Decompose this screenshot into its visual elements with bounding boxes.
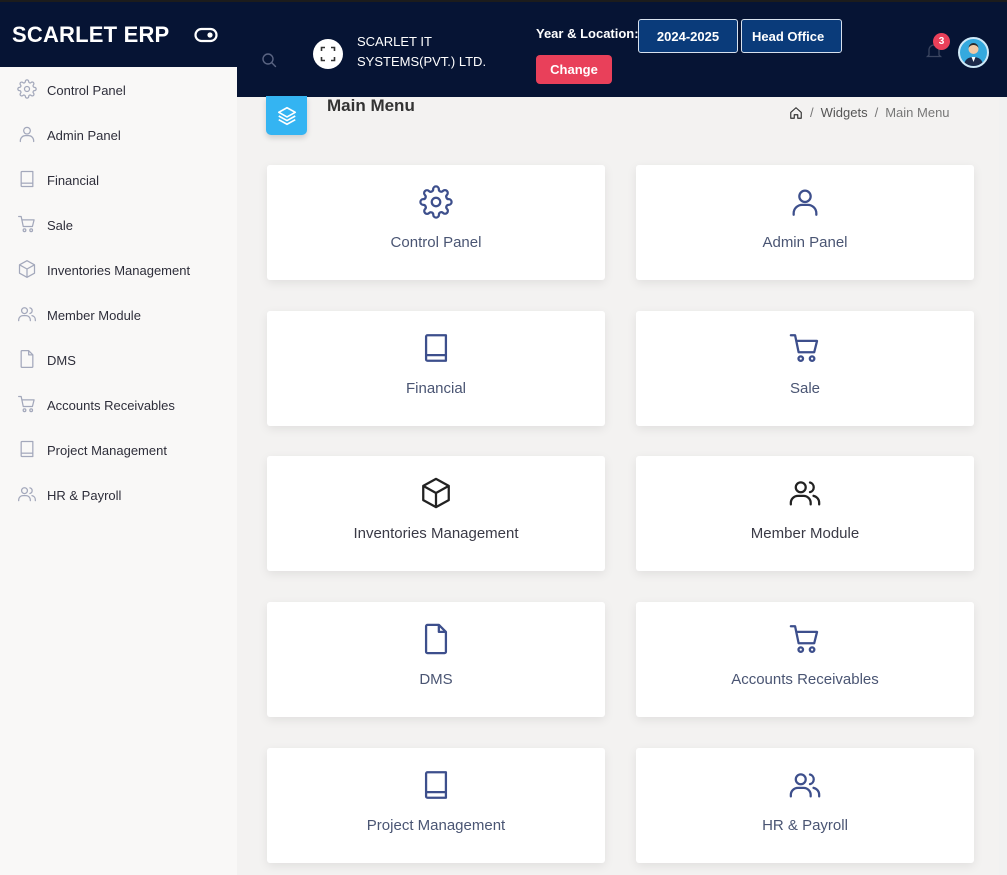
cart-icon <box>18 215 35 233</box>
fullscreen-button[interactable] <box>313 39 343 69</box>
sidebar-item-project-management[interactable]: Project Management <box>0 427 237 472</box>
card-member-module[interactable]: Member Module <box>636 456 974 571</box>
page-title: Main Menu <box>327 96 415 115</box>
card-label: HR & Payroll <box>762 817 848 834</box>
card-label: Financial <box>405 380 467 397</box>
book-icon <box>424 334 448 362</box>
cart-icon <box>18 395 35 413</box>
brand-logo[interactable]: SCARLET ERP <box>12 22 169 48</box>
card-label: Control Panel <box>390 234 482 251</box>
book-icon <box>424 771 448 799</box>
book-icon <box>20 170 34 188</box>
breadcrumb-current: Main Menu <box>885 105 950 120</box>
gear-icon <box>17 79 37 99</box>
sidebar-item-inventories-management[interactable]: Inventories Management <box>0 247 237 292</box>
sidebar: Control Panel Admin Panel Financial Sale… <box>0 67 237 875</box>
card-label: Project Management <box>366 817 506 834</box>
card-project-management[interactable]: Project Management <box>267 748 605 863</box>
card-label: Member Module <box>750 525 860 542</box>
box-icon <box>18 260 36 278</box>
box-icon <box>422 477 450 509</box>
card-dms[interactable]: DMS <box>267 602 605 717</box>
sidebar-item-label: Accounts Receivables <box>47 398 175 413</box>
breadcrumb-separator: / <box>810 105 814 120</box>
sidebar-item-financial[interactable]: Financial <box>0 157 237 202</box>
notification-badge: 3 <box>933 33 950 50</box>
users-icon <box>789 481 821 506</box>
sidebar-item-label: Project Management <box>47 443 167 458</box>
sidebar-item-label: Inventories Management <box>47 263 191 278</box>
sidebar-item-label: Member Module <box>47 308 141 323</box>
sidebar-item-label: Control Panel <box>47 83 126 98</box>
user-avatar-icon <box>964 43 983 66</box>
year-selector[interactable]: 2024-2025 <box>638 19 738 53</box>
users-icon <box>18 307 36 322</box>
card-admin-panel[interactable]: Admin Panel <box>636 165 974 280</box>
gear-icon <box>419 185 453 219</box>
card-control-panel[interactable]: Control Panel <box>267 165 605 280</box>
layers-icon <box>277 106 296 125</box>
sidebar-item-accounts-receivables[interactable]: Accounts Receivables <box>0 382 237 427</box>
location-selector[interactable]: Head Office <box>741 19 842 53</box>
sidebar-item-label: Admin Panel <box>47 128 121 143</box>
breadcrumb-widgets[interactable]: Widgets <box>821 105 868 120</box>
file-icon <box>20 350 34 368</box>
sidebar-item-label: Financial <box>47 173 100 188</box>
home-icon[interactable] <box>789 106 803 120</box>
card-label: Inventories Management <box>353 525 519 542</box>
sidebar-item-label: HR & Payroll <box>47 488 122 503</box>
card-inventories-management[interactable]: Inventories Management <box>267 456 605 571</box>
card-financial[interactable]: Financial <box>267 311 605 426</box>
card-label: Accounts Receivables <box>731 671 879 688</box>
sidebar-item-control-panel[interactable]: Control Panel <box>0 67 237 112</box>
user-icon <box>19 126 35 143</box>
card-accounts-receivables[interactable]: Accounts Receivables <box>636 602 974 717</box>
card-label: Admin Panel <box>762 234 848 251</box>
avatar[interactable] <box>958 37 989 68</box>
change-button[interactable]: Change <box>536 55 612 84</box>
breadcrumb-separator: / <box>874 105 879 120</box>
brand-area: SCARLET ERP <box>0 2 237 69</box>
sidebar-toggle-icon[interactable] <box>194 26 218 44</box>
company-name: SCARLET IT SYSTEMS(PVT.) LTD. <box>357 34 487 69</box>
card-sale[interactable]: Sale <box>636 311 974 426</box>
sidebar-item-label: DMS <box>47 353 76 368</box>
fullscreen-icon <box>320 46 336 62</box>
book-icon <box>20 440 34 458</box>
sidebar-item-admin-panel[interactable]: Admin Panel <box>0 112 237 157</box>
sidebar-item-dms[interactable]: DMS <box>0 337 237 382</box>
year-location-label: Year & Location: <box>536 26 639 41</box>
user-icon <box>792 189 818 216</box>
sidebar-item-sale[interactable]: Sale <box>0 202 237 247</box>
users-icon <box>18 487 36 502</box>
cart-icon <box>789 625 819 654</box>
card-hr-payroll[interactable]: HR & Payroll <box>636 748 974 863</box>
card-label: DMS <box>419 671 453 688</box>
sidebar-item-label: Sale <box>47 218 74 233</box>
sidebar-item-hr-payroll[interactable]: HR & Payroll <box>0 472 237 517</box>
sidebar-item-member-module[interactable]: Member Module <box>0 292 237 337</box>
page-scrollbar[interactable] <box>999 97 1007 875</box>
search-icon[interactable] <box>261 52 277 68</box>
file-icon <box>424 623 448 655</box>
users-icon <box>789 773 821 798</box>
cart-icon <box>789 334 819 363</box>
page-heading-icon <box>266 96 307 135</box>
card-label: Sale <box>789 380 821 397</box>
breadcrumb: / Widgets / Main Menu <box>789 105 950 120</box>
